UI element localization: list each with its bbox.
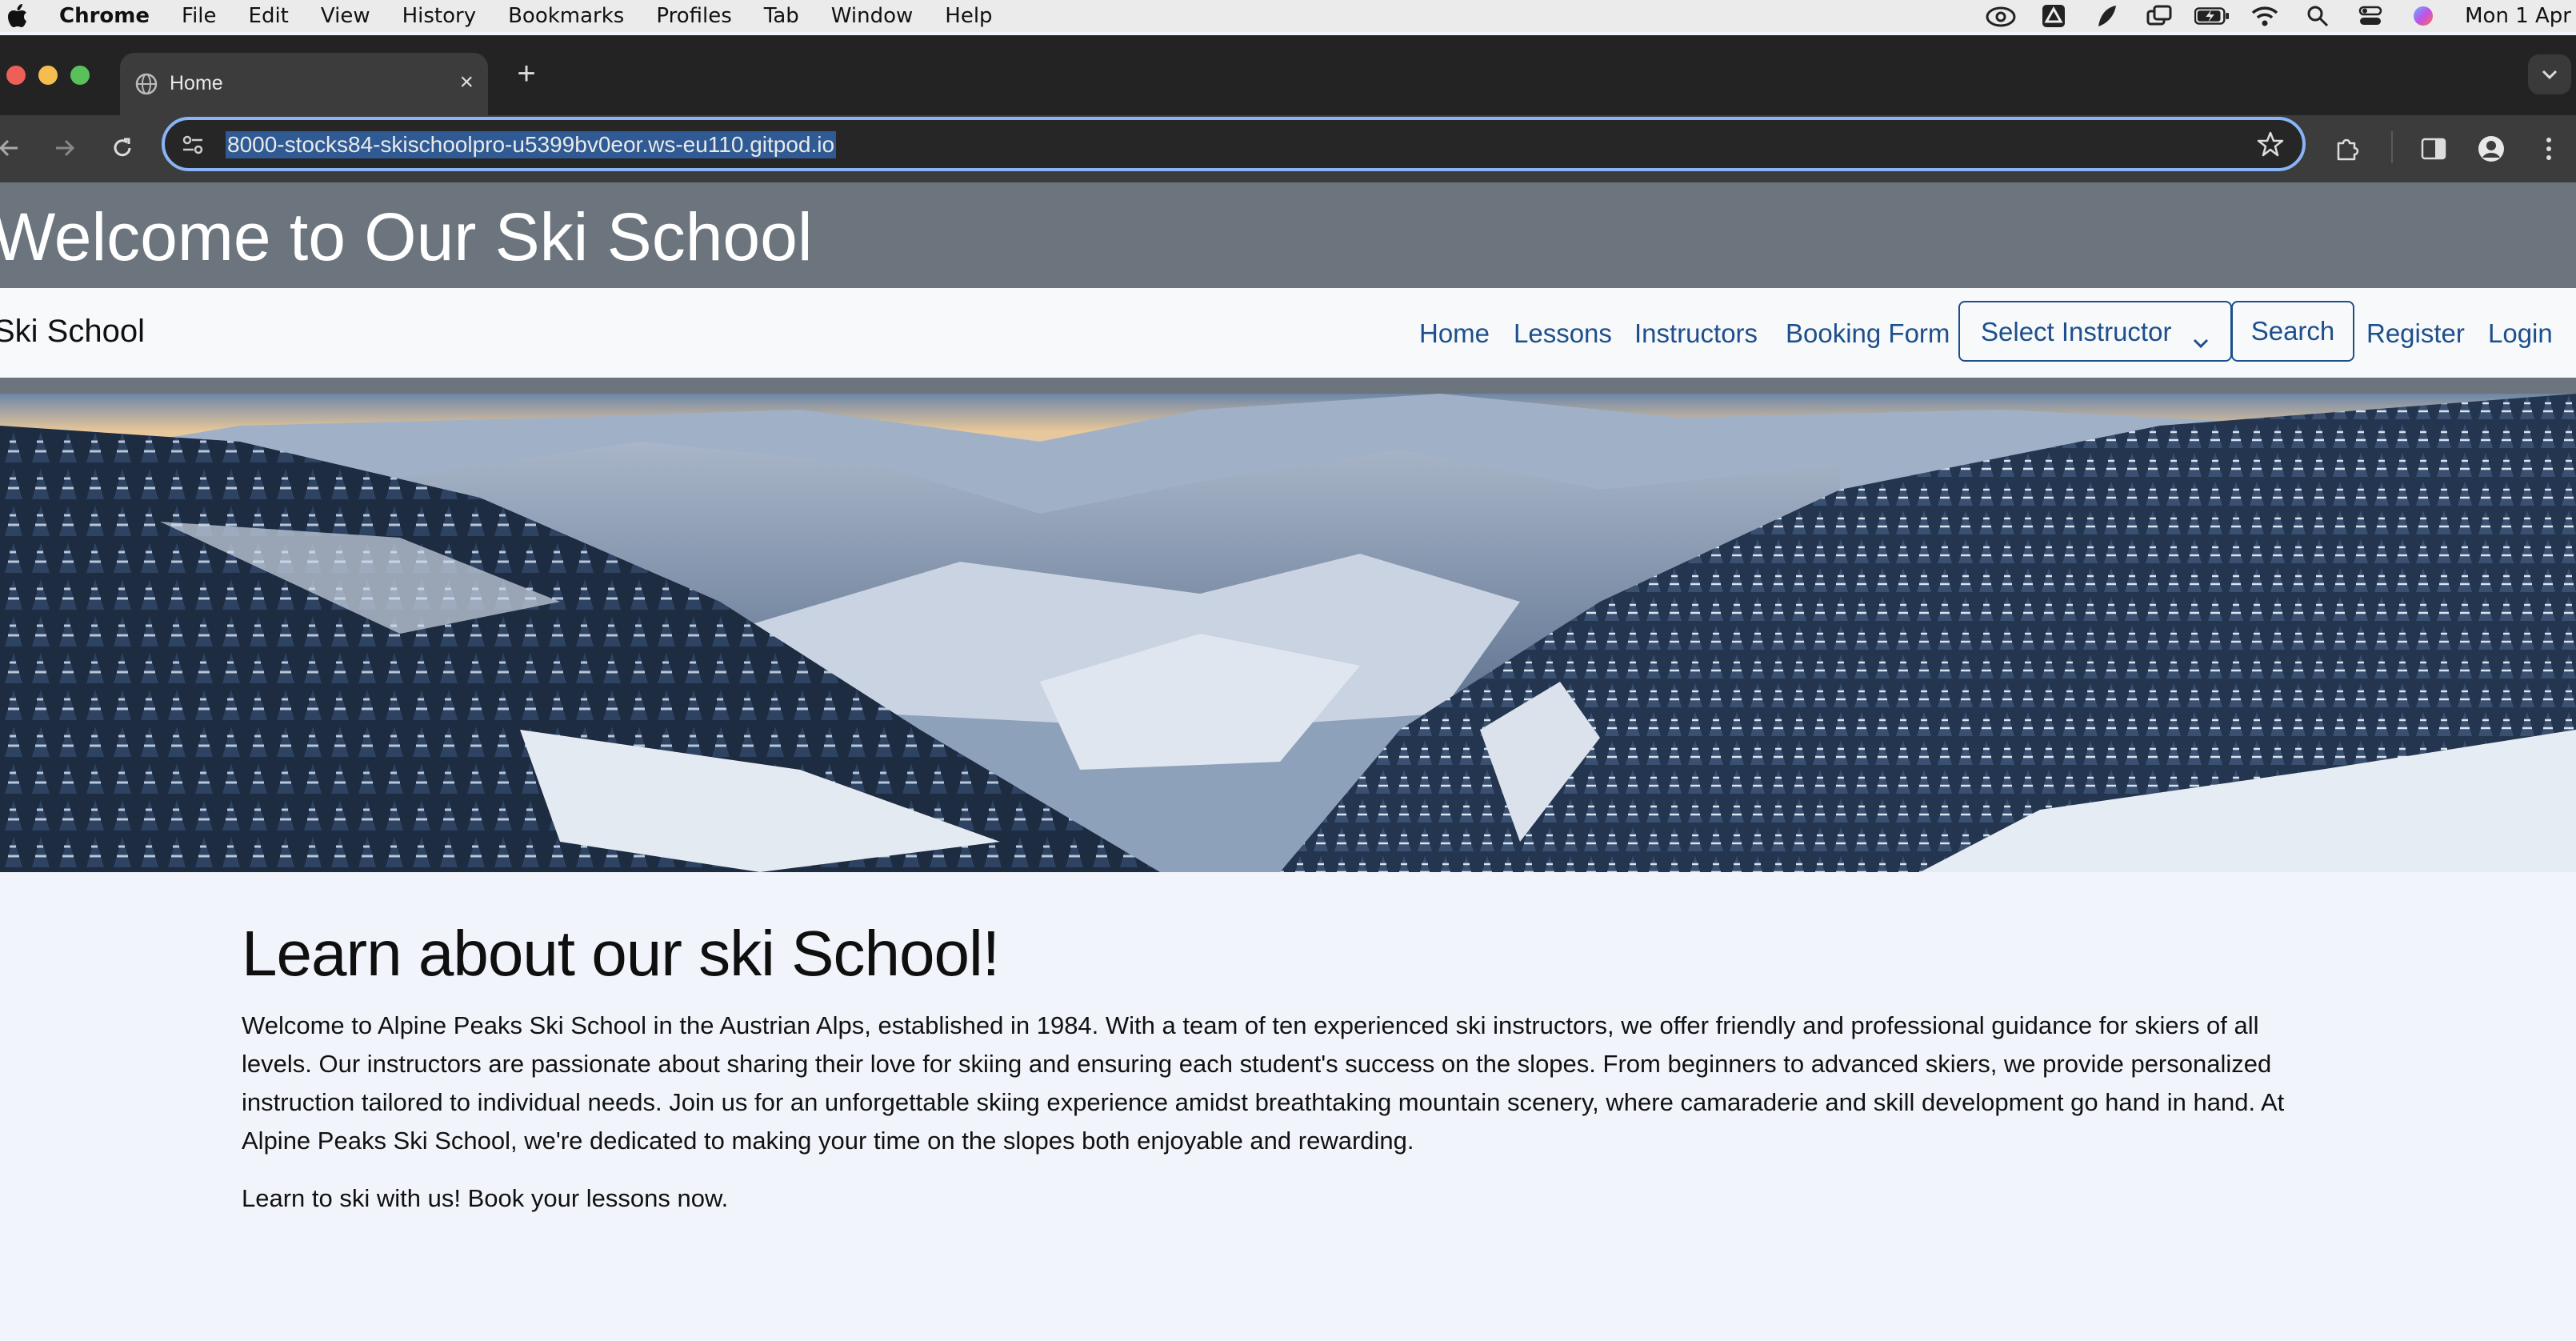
site-navbar: Ski School Home Lessons Instructors Book… [0,288,2576,378]
nav-link-instructors[interactable]: Instructors [1634,318,1758,349]
profile-avatar-icon [2478,136,2504,162]
address-url[interactable]: 8000-stocks84-skischoolpro-u5399bv0eor.w… [226,131,837,158]
back-button[interactable] [0,128,29,168]
puzzle-icon [2337,138,2359,161]
side-panel-icon [2421,138,2446,160]
macos-menu-bar: Chrome File Edit View History Bookmarks … [0,0,2576,32]
nav-link-register[interactable]: Register [2366,318,2465,349]
menu-edit[interactable]: Edit [249,4,289,28]
globe-icon [134,72,158,102]
address-bar[interactable]: 8000-stocks84-skischoolpro-u5399bv0eor.w… [162,117,2306,171]
forward-arrow-icon [56,139,75,157]
web-page: Welcome to Our Ski School Ski School Hom… [0,182,2576,1341]
about-section: Learn about our ski School! Welcome to A… [242,917,2330,1213]
window-close-button[interactable] [6,66,26,85]
wifi-icon[interactable] [2247,0,2282,32]
windows-icon[interactable] [2142,0,2177,32]
more-vertical-icon [2546,138,2551,160]
site-header-title: Welcome to Our Ski School [0,199,813,274]
search-button[interactable]: Search [2231,301,2354,362]
extensions-button[interactable] [2325,126,2370,171]
window-minimize-button[interactable] [38,66,58,85]
tab-close-icon[interactable]: × [459,69,474,96]
browser-menu-button[interactable] [2526,126,2571,171]
reload-button[interactable] [102,128,142,168]
status-area: Mon 1 Apr [1966,0,2576,32]
about-heading: Learn about our ski School! [242,918,1000,989]
leaf-app-icon[interactable] [2089,0,2124,32]
forward-button[interactable] [45,128,85,168]
tab-search-button[interactable] [2528,54,2571,94]
menu-clock[interactable]: Mon 1 Apr [2465,4,2571,28]
site-info-icon[interactable] [181,133,205,161]
nav-link-login[interactable]: Login [2488,318,2553,349]
menu-tab[interactable]: Tab [764,4,799,28]
menu-bookmarks[interactable]: Bookmarks [508,4,624,28]
about-paragraph: Welcome to Alpine Peaks Ski School in th… [242,1011,2285,1155]
new-tab-button[interactable]: + [510,56,542,92]
apple-logo-icon[interactable] [2,0,34,32]
chevron-down-icon [2192,325,2210,355]
menu-file[interactable]: File [182,4,217,28]
booking-call-to-action: Learn to ski with us! Book your lessons … [242,1184,729,1212]
toolbar-separator [2391,131,2393,163]
site-header: Welcome to Our Ski School [0,182,2576,288]
browser-tab-home[interactable]: Home × [120,53,488,115]
spotlight-search-icon[interactable] [2300,0,2335,32]
menu-help[interactable]: Help [945,4,992,28]
control-center-icon[interactable] [2353,0,2388,32]
creative-cloud-icon[interactable] [1983,0,2018,32]
select-instructor-dropdown[interactable]: Select Instructor [1958,301,2232,362]
back-arrow-icon [0,139,18,157]
menu-profiles[interactable]: Profiles [656,4,731,28]
menu-view[interactable]: View [321,4,370,28]
nav-link-booking-form[interactable]: Booking Form [1786,318,1950,349]
battery-icon[interactable] [2194,0,2230,32]
nav-link-lessons[interactable]: Lessons [1514,318,1612,349]
bookmark-star-icon[interactable] [2256,130,2285,162]
tab-title: Home [170,72,223,94]
menu-history[interactable]: History [402,4,477,28]
drive-icon[interactable] [2036,0,2071,32]
reload-icon [114,138,131,157]
nav-link-home[interactable]: Home [1419,318,1490,349]
profile-button[interactable] [2469,126,2514,171]
mountain-banner-image [0,394,2576,872]
window-maximize-button[interactable] [70,66,90,85]
navbar-brand[interactable]: Ski School [0,314,145,350]
header-divider-band [0,378,2576,394]
side-panel-button[interactable] [2411,126,2456,171]
siri-icon[interactable] [2406,0,2441,32]
select-instructor-label: Select Instructor [1981,317,2172,346]
menu-app-chrome[interactable]: Chrome [59,4,150,28]
menu-window[interactable]: Window [831,4,914,28]
chevron-down-icon [2542,70,2558,80]
